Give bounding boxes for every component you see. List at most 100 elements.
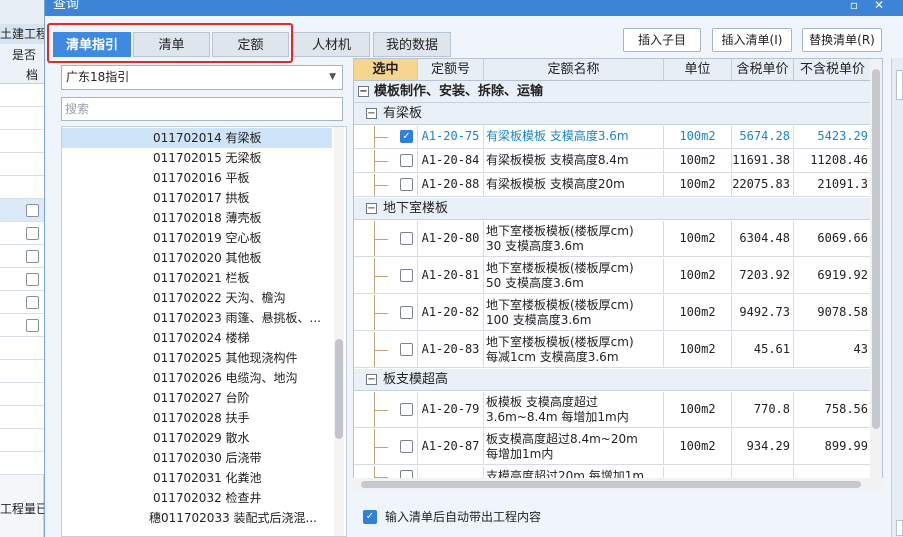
tree-item[interactable]: 011702023 雨篷、悬挑板、...: [62, 308, 332, 328]
select-cell[interactable]: [354, 221, 418, 256]
bg-row[interactable]: [0, 452, 44, 475]
select-cell[interactable]: [354, 392, 418, 427]
tree-item[interactable]: 011702030 后浇带: [62, 448, 332, 468]
col-header-price-notax[interactable]: 不含税单价: [794, 59, 872, 81]
col-header-code[interactable]: 定额号: [418, 59, 484, 81]
select-cell[interactable]: [354, 150, 418, 172]
group-header[interactable]: − 地下室楼板: [354, 198, 882, 220]
group-root[interactable]: − 模板制作、安装、拆除、运输: [354, 81, 882, 103]
select-cell[interactable]: ✓: [354, 126, 418, 148]
tree-item[interactable]: 011702014 有梁板: [62, 128, 332, 148]
table-row[interactable]: A1-20-88 有梁板模板 支模高度20m 100m2 22075.83 21091.…: [354, 174, 882, 197]
row-checkbox[interactable]: [400, 403, 413, 416]
side-control[interactable]: [896, 520, 903, 536]
bg-row[interactable]: [0, 314, 44, 337]
group-header[interactable]: − 有梁板: [354, 103, 882, 125]
bg-row[interactable]: [0, 245, 44, 268]
tree-item[interactable]: 011702020 其他板: [62, 248, 332, 268]
collapse-icon[interactable]: −: [358, 86, 369, 97]
table-row[interactable]: A1-20-81 地下室楼板模板(楼板厚cm) 50 支模高度3.6m 100m2 72…: [354, 258, 882, 294]
table-row[interactable]: A1-20-84 有梁板模板 支模高度8.4m 100m2 11691.38 11208…: [354, 150, 882, 173]
tree-item[interactable]: 011702019 空心板: [62, 228, 332, 248]
row-checkbox[interactable]: [400, 440, 413, 453]
table-row[interactable]: ✓ A1-20-75 有梁板模板 支模高度3.6m 100m2 5674.28 5423.…: [354, 126, 882, 149]
restore-icon[interactable]: ▫: [846, 0, 862, 13]
tab-list[interactable]: 清单: [133, 32, 210, 57]
tree-item[interactable]: 011702029 散水: [62, 428, 332, 448]
bg-row[interactable]: [0, 337, 44, 360]
select-cell[interactable]: [354, 258, 418, 293]
tree-item[interactable]: 011702027 台阶: [62, 388, 332, 408]
bg-checkbox[interactable]: [26, 273, 39, 286]
collapse-icon[interactable]: −: [366, 203, 377, 214]
bg-checkbox[interactable]: [26, 296, 39, 309]
bg-row[interactable]: [0, 84, 44, 107]
tab-list-guide[interactable]: 清单指引: [53, 32, 131, 57]
region-select[interactable]: 广东18指引 ▼: [61, 65, 343, 90]
bg-row[interactable]: [0, 383, 44, 406]
tree-scrollbar[interactable]: [334, 127, 344, 536]
table-row[interactable]: A1-20-79 板模板 支模高度超过 3.6m~8.4m 每增加1m内 100m2 7…: [354, 392, 882, 428]
select-cell[interactable]: [354, 429, 418, 464]
table-scroll-thumb[interactable]: [872, 69, 880, 429]
tree-item[interactable]: 011702022 天沟、檐沟: [62, 288, 332, 308]
replace-list-button[interactable]: 替换清单(R): [802, 28, 882, 52]
tree-item[interactable]: 011702015 无梁板: [62, 148, 332, 168]
select-cell[interactable]: [354, 332, 418, 367]
bg-row[interactable]: [0, 291, 44, 314]
tree-item[interactable]: 011702024 楼梯: [62, 328, 332, 348]
collapse-icon[interactable]: −: [366, 374, 377, 385]
table-row[interactable]: A1-20-80 地下室楼板模板(楼板厚cm) 30 支模高度3.6m 100m2 63…: [354, 221, 882, 257]
table-row[interactable]: A1-20-82 地下室楼板模板(楼板厚cm) 100 支模高度3.6m 100m2 9…: [354, 295, 882, 331]
chevron-down-icon[interactable]: ▼: [329, 66, 336, 89]
select-cell[interactable]: [354, 295, 418, 330]
dialog-titlebar[interactable]: 查询 ▫ ✕: [45, 0, 903, 16]
insert-list-button[interactable]: 插入清单(I): [712, 28, 792, 52]
tree-item[interactable]: 011702028 扶手: [62, 408, 332, 428]
close-icon[interactable]: ✕: [871, 0, 887, 13]
bg-row[interactable]: [0, 429, 44, 452]
auto-content-checkbox[interactable]: ✓: [363, 510, 377, 524]
col-header-select[interactable]: 选中: [354, 59, 418, 81]
tree-scroll-thumb[interactable]: [335, 339, 343, 439]
table-hscrollbar[interactable]: [353, 478, 883, 490]
row-checkbox[interactable]: [400, 232, 413, 245]
table-row[interactable]: A1-20-87 板支模高度超过8.4m~20m 每增加1m内 100m2 934.29…: [354, 429, 882, 465]
collapse-icon[interactable]: −: [366, 108, 377, 119]
search-input[interactable]: [61, 97, 343, 121]
tree-item[interactable]: 011702021 栏板: [62, 268, 332, 288]
side-control[interactable]: [896, 70, 903, 100]
bg-row[interactable]: [0, 199, 44, 222]
col-header-price-tax[interactable]: 含税单价: [732, 59, 794, 81]
select-cell[interactable]: [354, 174, 418, 196]
bg-row[interactable]: [0, 268, 44, 291]
bg-row[interactable]: [0, 107, 44, 130]
tree-item[interactable]: 011702026 电缆沟、地沟: [62, 368, 332, 388]
row-checkbox[interactable]: [400, 269, 413, 282]
row-checkbox[interactable]: ✓: [400, 130, 413, 143]
bg-row[interactable]: [0, 222, 44, 245]
table-row[interactable]: A1-20-83 地下室楼板模板(楼板厚cm) 每减1cm 支模高度3.6m 100m…: [354, 332, 882, 368]
col-header-unit[interactable]: 单位: [664, 59, 732, 81]
hscroll-thumb[interactable]: [361, 481, 861, 488]
insert-child-button[interactable]: 插入子目: [623, 28, 701, 52]
group-header[interactable]: − 板支模超高: [354, 369, 882, 391]
bg-row[interactable]: [0, 130, 44, 153]
tree-item[interactable]: 011702017 拱板: [62, 188, 332, 208]
table-scrollbar[interactable]: [870, 59, 882, 489]
row-checkbox[interactable]: [400, 178, 413, 191]
row-checkbox[interactable]: [400, 343, 413, 356]
tree-item[interactable]: 011702016 平板: [62, 168, 332, 188]
tab-labor-material[interactable]: 人材机: [293, 32, 370, 57]
tree-item[interactable]: 011702018 薄壳板: [62, 208, 332, 228]
bg-checkbox[interactable]: [26, 319, 39, 332]
bg-checkbox[interactable]: [26, 250, 39, 263]
tree-item[interactable]: 011702025 其他现浇构件: [62, 348, 332, 368]
col-header-name[interactable]: 定额名称: [484, 59, 664, 81]
bg-row[interactable]: [0, 360, 44, 383]
bg-row[interactable]: [0, 176, 44, 199]
row-checkbox[interactable]: [400, 306, 413, 319]
row-checkbox[interactable]: [400, 154, 413, 167]
tab-my-data[interactable]: 我的数据: [373, 32, 451, 57]
bg-checkbox[interactable]: [26, 204, 39, 217]
